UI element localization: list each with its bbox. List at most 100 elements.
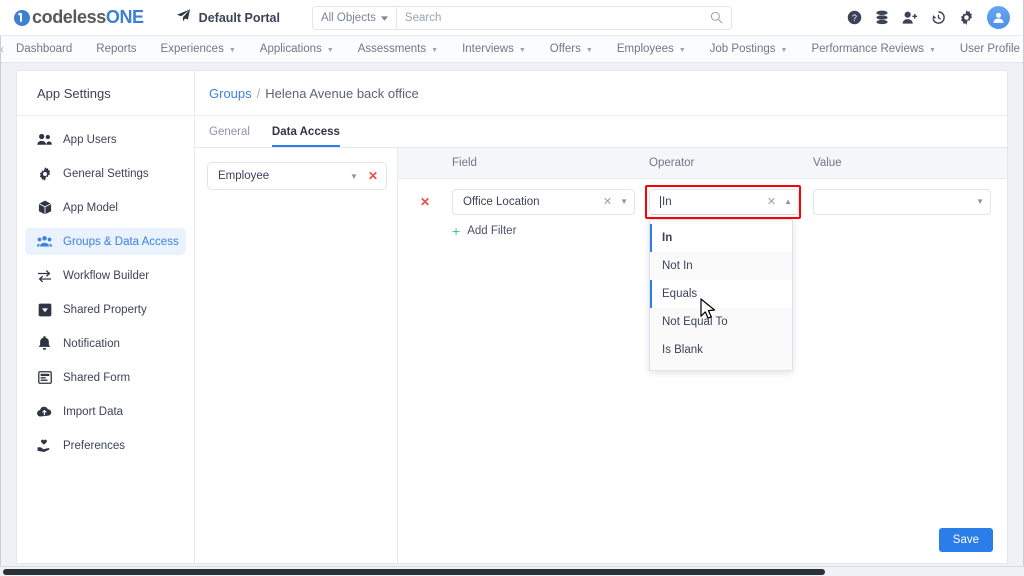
- sidebar-item-app-users[interactable]: App Users: [25, 126, 186, 153]
- sidebar-item-import-data[interactable]: Import Data: [25, 398, 186, 425]
- clear-icon[interactable]: ✕: [767, 195, 776, 208]
- remove-filter-button[interactable]: ✕: [398, 193, 452, 211]
- tab-data-access[interactable]: Data Access: [271, 126, 340, 147]
- nav-label: Performance Reviews: [811, 43, 924, 55]
- scrollbar-thumb[interactable]: [3, 569, 825, 575]
- remove-red-icon[interactable]: ✕: [368, 169, 378, 183]
- search-input[interactable]: [396, 6, 710, 29]
- dropdown-option-is-blank[interactable]: Is Blank: [650, 336, 792, 364]
- footer-actions: Save: [938, 528, 993, 552]
- cube-icon: [37, 200, 52, 215]
- dropdown-option-label: Not In: [662, 259, 693, 272]
- bell-icon: [37, 336, 52, 351]
- sidebar-item-preferences[interactable]: Preferences: [25, 432, 186, 459]
- dropdown-option-equals[interactable]: Equals: [650, 279, 792, 308]
- nav-item-reports[interactable]: Reports: [84, 36, 148, 63]
- app-window: codelessONE Default Portal All Objects S…: [0, 0, 1024, 576]
- nav-item-interviews[interactable]: Interviews ▼: [450, 36, 538, 63]
- operator-value: In: [662, 195, 672, 208]
- nav-item-experiences[interactable]: Experiences ▼: [149, 36, 248, 63]
- nav-label: Dashboard: [16, 43, 73, 55]
- nav-label: Employees: [616, 43, 674, 55]
- global-search: All Objects: [311, 5, 732, 30]
- logo-text-secondary: ONE: [105, 7, 144, 27]
- clear-icon[interactable]: ✕: [603, 195, 612, 208]
- value-cell: ▼: [813, 188, 1007, 215]
- field-select[interactable]: Office Location ✕ ▼: [452, 188, 635, 215]
- chevron-down-icon[interactable]: ▼: [620, 197, 628, 206]
- breadcrumb-root-link[interactable]: Groups: [209, 86, 252, 101]
- dropdown-option-not-in[interactable]: Not In: [650, 252, 792, 280]
- sidebar-title: App Settings: [17, 71, 194, 116]
- sidebar-item-label: Preferences: [63, 439, 126, 452]
- database-icon[interactable]: [875, 10, 889, 25]
- nav-item-offers[interactable]: Offers ▼: [538, 36, 605, 63]
- nav-item-assessments[interactable]: Assessments ▼: [346, 36, 450, 63]
- field-select-value: Office Location: [463, 195, 540, 208]
- dropdown-option-label: Not Equal To: [662, 315, 728, 328]
- sidebar-item-label: Notification: [63, 337, 120, 350]
- add-user-icon[interactable]: [902, 10, 918, 25]
- chevron-down-icon[interactable]: ▼: [350, 172, 358, 181]
- users-icon: [37, 133, 52, 146]
- sidebar-item-general-settings[interactable]: General Settings: [25, 160, 186, 187]
- sidebar-list: App Users General Settings App Model Gro…: [17, 116, 194, 459]
- operator-cell: In ✕ ▲ In Not In Equals Not Equal To Is …: [645, 184, 813, 371]
- nav-item-performance-reviews[interactable]: Performance Reviews ▼: [799, 36, 947, 63]
- gear-icon: [37, 166, 52, 181]
- portal-name: Default Portal: [198, 10, 280, 25]
- nav-label: Assessments: [357, 43, 427, 55]
- sidebar-item-shared-property[interactable]: Shared Property: [25, 296, 186, 323]
- object-select-value: Employee: [218, 170, 270, 182]
- portal-selector[interactable]: Default Portal: [176, 8, 280, 28]
- help-icon[interactable]: ?: [847, 10, 862, 25]
- object-select[interactable]: Employee ▼ ✕: [207, 162, 387, 190]
- operator-combobox[interactable]: In ✕ ▲: [649, 188, 799, 215]
- avatar[interactable]: [987, 6, 1010, 29]
- gear-icon[interactable]: [959, 10, 974, 25]
- nav-item-user-profile[interactable]: User Profile▼: [948, 36, 1024, 63]
- dropdown-option-in[interactable]: In: [650, 223, 792, 252]
- dropdown-option-label: Is Blank: [662, 343, 703, 356]
- sidebar-item-groups-data-access[interactable]: Groups & Data Access: [25, 228, 186, 255]
- sidebar-item-label: Shared Property: [63, 303, 147, 316]
- dropdown-option-label: Equals: [662, 287, 698, 300]
- chevron-down-icon: ▼: [585, 46, 593, 54]
- nav-label: Applications: [259, 43, 322, 55]
- chevron-up-icon[interactable]: ▲: [784, 197, 792, 206]
- app-logo[interactable]: codelessONE: [14, 7, 144, 28]
- object-type-selector[interactable]: All Objects: [313, 6, 397, 29]
- chevron-down-icon: ▼: [780, 46, 788, 54]
- tab-general[interactable]: General: [209, 126, 250, 147]
- chevron-down-icon: ▼: [518, 46, 526, 54]
- breadcrumb: Groups / Helena Avenue back office: [195, 71, 1007, 116]
- object-panel: Employee ▼ ✕: [195, 148, 398, 563]
- sidebar-item-workflow-builder[interactable]: Workflow Builder: [25, 262, 186, 289]
- chevron-down-icon: [380, 12, 388, 24]
- nav-item-applications[interactable]: Applications ▼: [248, 36, 346, 63]
- value-select[interactable]: ▼: [813, 188, 991, 215]
- chevron-down-icon[interactable]: ▼: [976, 197, 984, 206]
- sidebar-item-shared-form[interactable]: Shared Form: [25, 364, 186, 391]
- nav-item-job-postings[interactable]: Job Postings ▼: [698, 36, 800, 63]
- horizontal-scrollbar[interactable]: [0, 566, 1024, 576]
- sidebar-item-notification[interactable]: Notification: [25, 330, 186, 357]
- add-filter-label: Add Filter: [467, 225, 517, 237]
- nav-label: Interviews: [462, 43, 514, 55]
- data-access-body: Employee ▼ ✕ Field Operator Value ✕ Offi…: [195, 148, 1007, 563]
- nav-item-dashboard[interactable]: Dashboard: [4, 36, 84, 63]
- plus-icon: +: [452, 223, 461, 239]
- sidebar-item-label: Shared Form: [63, 371, 131, 384]
- sidebar-item-app-model[interactable]: App Model: [25, 194, 186, 221]
- sidebar-item-label: Import Data: [63, 405, 124, 418]
- breadcrumb-current: Helena Avenue back office: [265, 85, 419, 101]
- logo-text-primary: codeless: [32, 7, 106, 27]
- breadcrumb-separator: /: [256, 85, 261, 101]
- dropdown-option-not-equal-to[interactable]: Not Equal To: [650, 308, 792, 336]
- save-button[interactable]: Save: [938, 528, 993, 552]
- history-icon[interactable]: [931, 10, 946, 25]
- sidebar-item-label: Groups & Data Access: [63, 235, 179, 248]
- nav-item-employees[interactable]: Employees ▼: [605, 36, 698, 63]
- search-icon[interactable]: [710, 11, 723, 24]
- nav-label: User Profile: [959, 43, 1020, 55]
